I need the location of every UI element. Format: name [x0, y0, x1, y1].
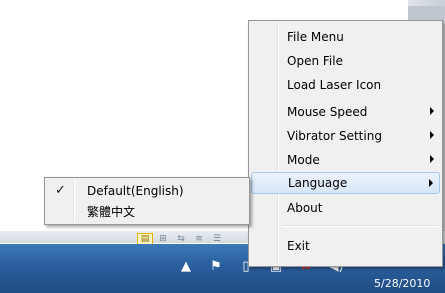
- show-hidden-icons-arrow-icon[interactable]: ▲: [178, 258, 194, 274]
- menu-item-mode[interactable]: Mode: [251, 149, 440, 171]
- submenu-item-default-english[interactable]: ✓ Default(English): [47, 181, 247, 201]
- menu-item-language[interactable]: Language: [251, 172, 440, 194]
- menu-item-label: Mouse Speed: [287, 105, 368, 119]
- language-submenu: ✓ Default(English) 繁體中文: [44, 177, 250, 225]
- help-icon[interactable]: ≡: [192, 234, 206, 244]
- keyboard-icon[interactable]: ▤: [137, 233, 153, 245]
- checkmark-icon: ✓: [55, 183, 66, 198]
- menu-item-label: Language: [288, 176, 348, 190]
- action-center-flag-icon[interactable]: ⚑: [208, 258, 224, 274]
- context-menu: File Menu Open File Load Laser Icon Mous…: [248, 20, 443, 267]
- menu-item-vibrator-setting[interactable]: Vibrator Setting: [251, 125, 440, 147]
- submenu-item-label: Default(English): [87, 184, 184, 198]
- submenu-arrow-icon: [429, 179, 433, 187]
- toolbar-icons: ▤ ⊞ ⇆ ≡ ☰: [137, 233, 224, 245]
- input-method-icon[interactable]: ⊞: [156, 234, 170, 244]
- submenu-item-traditional-chinese[interactable]: 繁體中文: [47, 201, 247, 221]
- taskbar-clock[interactable]: 5/28/2010: [374, 277, 430, 290]
- menu-item-exit[interactable]: Exit: [251, 235, 440, 257]
- menu-item-mouse-speed[interactable]: Mouse Speed: [251, 101, 440, 123]
- menu-separator: [283, 225, 438, 227]
- menu-item-label: Vibrator Setting: [287, 129, 382, 143]
- menu-item-label: File Menu: [287, 30, 344, 44]
- menu-item-label: Open File: [287, 54, 343, 68]
- submenu-item-label: 繁體中文: [87, 204, 136, 219]
- menu-item-label: Mode: [287, 153, 320, 167]
- menu-item-label: Load Laser Icon: [287, 78, 382, 92]
- submenu-arrow-icon: [430, 155, 434, 163]
- window-titlebar-fragment: [408, 6, 445, 20]
- toolbar-options-icon[interactable]: ⇆: [174, 234, 188, 244]
- menu-item-label: Exit: [287, 239, 310, 253]
- menu-icon[interactable]: ☰: [210, 234, 224, 244]
- menu-item-load-laser-icon[interactable]: Load Laser Icon: [251, 74, 440, 96]
- menu-item-about[interactable]: About: [251, 197, 440, 219]
- submenu-arrow-icon: [430, 107, 434, 115]
- submenu-arrow-icon: [430, 131, 434, 139]
- menu-item-file-menu[interactable]: File Menu: [251, 26, 440, 48]
- menu-item-open-file[interactable]: Open File: [251, 50, 440, 72]
- menu-item-label: About: [287, 201, 323, 215]
